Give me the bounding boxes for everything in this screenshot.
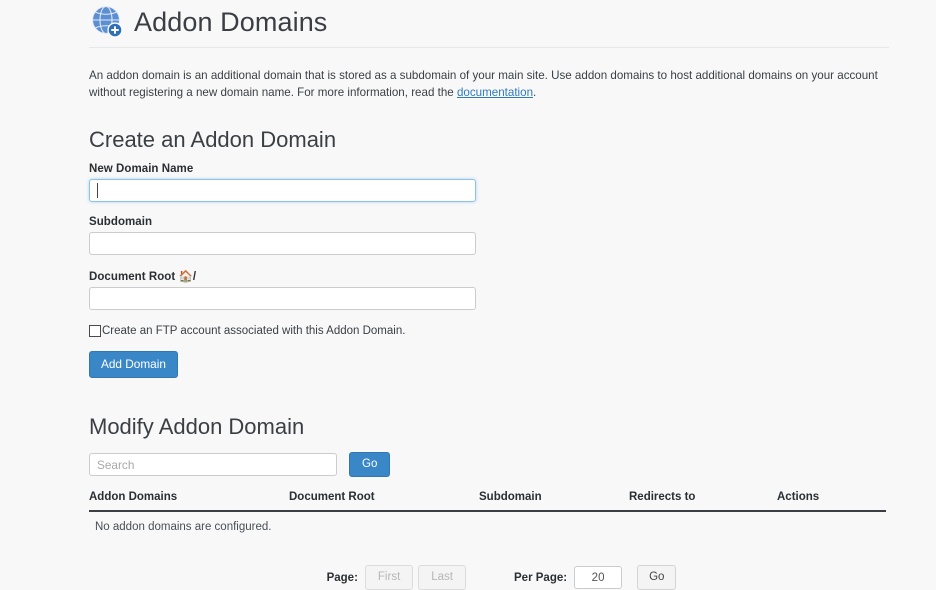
column-subdomain[interactable]: Subdomain — [479, 491, 629, 512]
document-root-label-text: Document Root — [89, 271, 179, 283]
pagination-go-button[interactable]: Go — [637, 565, 677, 590]
pagination-bar: Page: First Last Per Page: Go — [89, 565, 889, 590]
page-description: An addon domain is an additional domain … — [89, 68, 884, 101]
table-header-row: Addon Domains Document Root Subdomain Re… — [89, 491, 886, 512]
page-label: Page: — [326, 571, 358, 584]
create-section-title: Create an Addon Domain — [89, 127, 337, 152]
ftp-account-checkbox[interactable] — [89, 325, 101, 337]
subdomain-input[interactable] — [89, 232, 476, 255]
first-page-button[interactable]: First — [364, 565, 414, 590]
modify-section-title: Modify Addon Domain — [89, 414, 305, 439]
page-title: Addon Domains — [134, 7, 328, 37]
addon-domains-table: Addon Domains Document Root Subdomain Re… — [89, 491, 886, 533]
document-root-label: Document Root 🏠/ — [89, 269, 889, 283]
per-page-input[interactable] — [574, 566, 623, 589]
document-root-label-suffix: / — [192, 271, 197, 283]
last-page-button[interactable]: Last — [418, 565, 467, 590]
table-body: No addon domains are configured. — [89, 511, 886, 533]
table-header: Addon Domains Document Root Subdomain Re… — [89, 491, 886, 512]
page-header: Addon Domains — [89, 0, 889, 48]
column-document-root[interactable]: Document Root — [289, 491, 479, 512]
search-row: Go — [89, 452, 889, 477]
ftp-account-checkbox-row[interactable]: Create an FTP account associated with th… — [89, 324, 889, 338]
document-root-input[interactable] — [89, 287, 476, 310]
text-cursor — [97, 183, 98, 198]
new-domain-name-input[interactable] — [89, 179, 476, 202]
per-page-label: Per Page: — [514, 571, 568, 584]
documentation-link[interactable]: documentation — [457, 86, 533, 99]
description-text-after: . — [533, 85, 537, 99]
page-root: Addon Domains An addon domain is an addi… — [0, 0, 936, 590]
column-addon-domains[interactable]: Addon Domains — [89, 491, 289, 512]
table-empty-message: No addon domains are configured. — [95, 521, 272, 533]
search-input[interactable] — [89, 453, 337, 476]
ftp-account-checkbox-label: Create an FTP account associated with th… — [102, 325, 406, 337]
search-go-button[interactable]: Go — [349, 452, 391, 477]
add-domain-button[interactable]: Add Domain — [89, 351, 178, 378]
home-icon: 🏠 — [178, 271, 193, 283]
column-redirects-to[interactable]: Redirects to — [629, 491, 777, 512]
column-actions: Actions — [777, 491, 886, 512]
new-domain-name-wrap — [89, 179, 889, 202]
new-domain-name-label: New Domain Name — [89, 163, 194, 175]
content-container: Addon Domains An addon domain is an addi… — [89, 0, 889, 590]
subdomain-label: Subdomain — [89, 216, 153, 228]
table-empty-row: No addon domains are configured. — [89, 511, 886, 533]
globe-plus-icon — [89, 4, 125, 40]
